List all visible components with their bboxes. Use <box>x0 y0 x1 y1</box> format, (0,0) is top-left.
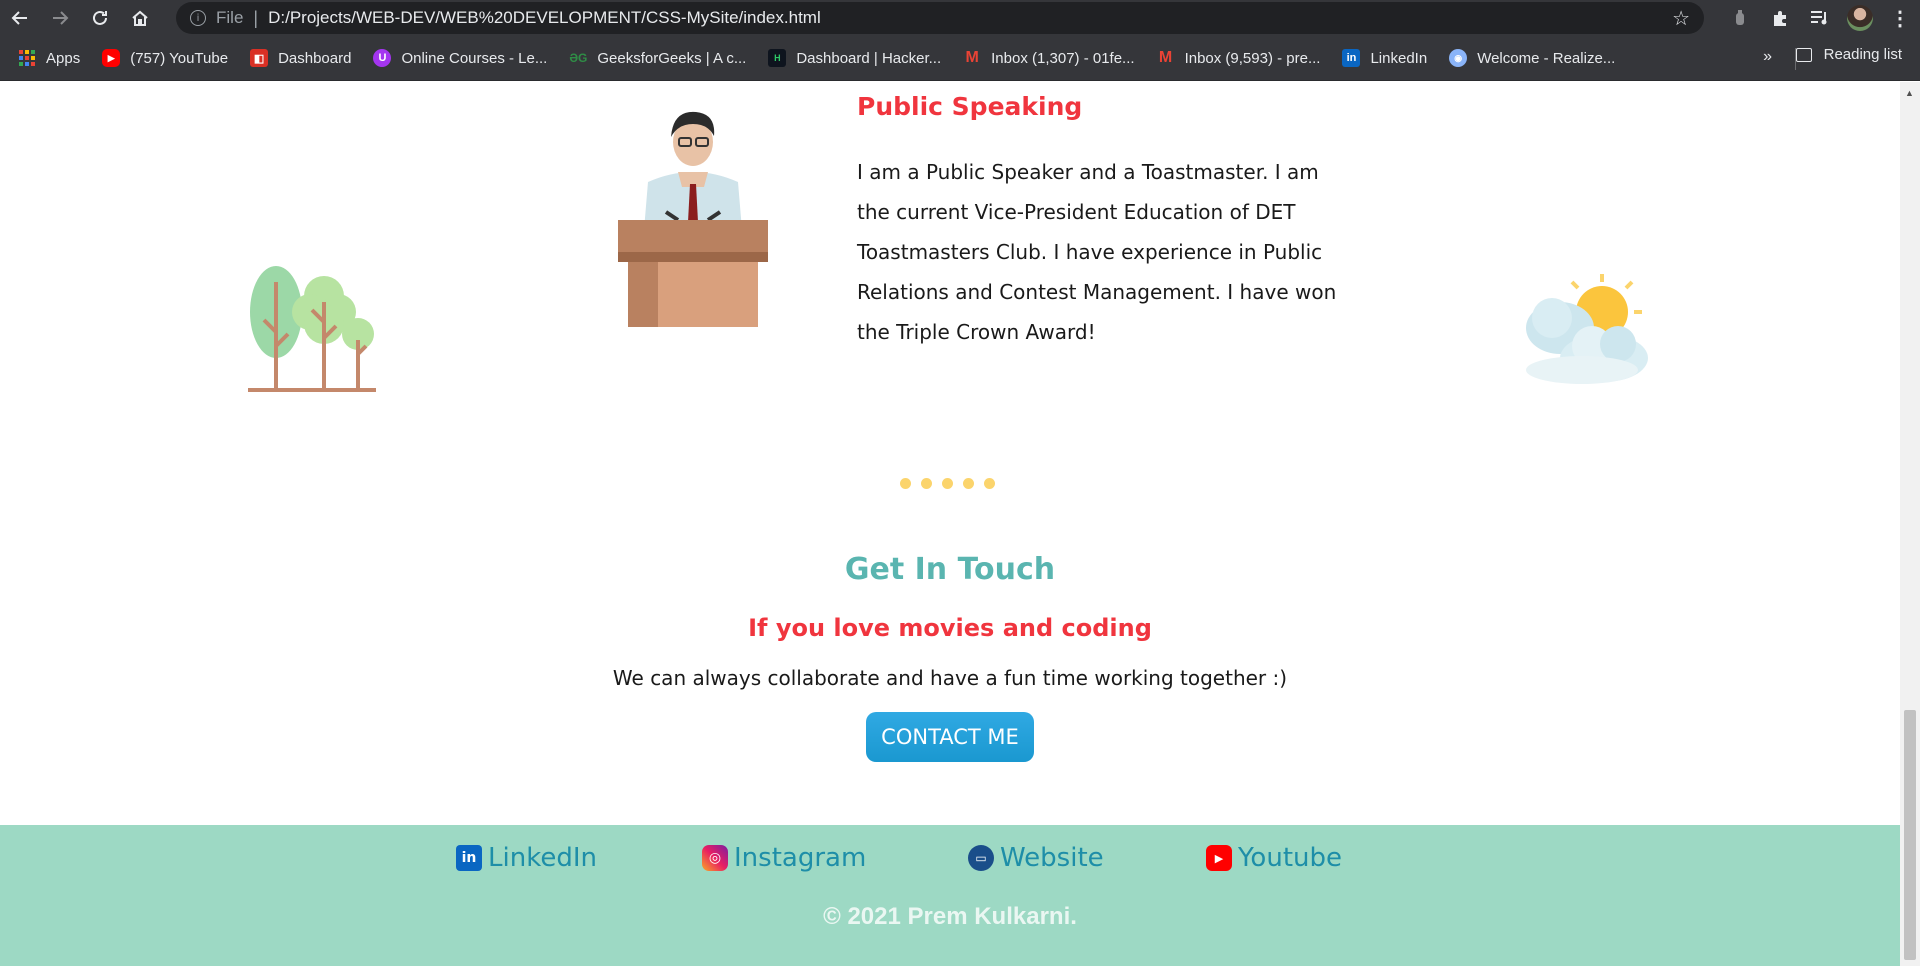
udemy-icon: U <box>373 49 392 67</box>
divider-dot <box>963 478 974 489</box>
bookmark-star-icon[interactable]: ☆ <box>1672 6 1690 31</box>
dashboard-icon: ◧ <box>250 49 269 67</box>
public-speaker-illustration <box>618 111 768 327</box>
footer-link-label: Website <box>1000 843 1104 873</box>
reading-list-button[interactable]: Reading list <box>1795 46 1902 63</box>
bookmark-gmail-2[interactable]: M Inbox (9,593) - pre... <box>1157 49 1321 67</box>
footer-link-label: Youtube <box>1238 843 1342 873</box>
browser-toolbar: i File | D:/Projects/WEB-DEV/WEB%20DEVEL… <box>0 0 1920 36</box>
trees-illustration <box>248 266 376 392</box>
footer-link-label: Instagram <box>734 843 867 873</box>
scroll-thumb[interactable] <box>1904 710 1916 960</box>
bookmark-label: Dashboard | Hacker... <box>796 49 942 67</box>
forward-button[interactable] <box>40 0 80 36</box>
linkedin-icon: in <box>1342 49 1361 67</box>
bookmark-label: Inbox (9,593) - pre... <box>1184 49 1321 67</box>
url-separator: | <box>253 7 259 28</box>
youtube-icon: ▶ <box>1206 845 1232 871</box>
footer-link-instagram[interactable]: ◎ Instagram <box>702 843 866 873</box>
bookmark-label: Online Courses - Le... <box>401 49 548 67</box>
reload-icon <box>93 10 107 25</box>
footer: in LinkedIn ◎ Instagram ▭ Website ▶ Yout… <box>0 825 1900 966</box>
bookmark-label: Dashboard <box>278 49 352 67</box>
scroll-up-arrow-icon[interactable]: ▲ <box>1905 88 1914 98</box>
bookmark-realize[interactable]: ◉ Welcome - Realize... <box>1449 49 1615 67</box>
hackerrank-icon: H <box>768 49 787 67</box>
footer-link-youtube[interactable]: ▶ Youtube <box>1206 843 1342 873</box>
extension-icon[interactable] <box>1720 0 1760 36</box>
section-divider-dots <box>900 478 995 489</box>
linkedin-icon: in <box>456 845 482 871</box>
url-text[interactable]: D:/Projects/WEB-DEV/WEB%20DEVELOPMENT/CS… <box>268 8 821 28</box>
footer-link-website[interactable]: ▭ Website <box>968 843 1104 873</box>
get-in-touch-subtitle: If you love movies and coding <box>748 614 1152 642</box>
more-bookmarks-button[interactable]: » <box>1763 48 1772 66</box>
home-icon <box>132 10 148 26</box>
divider-dot <box>942 478 953 489</box>
bookmark-label: Welcome - Realize... <box>1477 49 1616 67</box>
menu-button[interactable]: ⋮ <box>1880 0 1920 36</box>
public-speaking-title: Public Speaking <box>857 92 1083 121</box>
reading-list-label: Reading list <box>1823 46 1902 63</box>
bookmark-youtube[interactable]: ▶ (757) YouTube <box>102 49 228 67</box>
extension-area: ⋮ <box>1720 0 1920 36</box>
bookmark-gmail-1[interactable]: M Inbox (1,307) - 01fe... <box>963 49 1134 67</box>
youtube-icon: ▶ <box>102 49 121 67</box>
contact-me-button[interactable]: CONTACT ME <box>866 712 1034 762</box>
divider-dot <box>921 478 932 489</box>
footer-link-linkedin[interactable]: in LinkedIn <box>456 843 597 873</box>
bookmark-label: Inbox (1,307) - 01fe... <box>991 49 1135 67</box>
bookmarks-bar: Apps ▶ (757) YouTube ◧ Dashboard U Onlin… <box>0 36 1920 81</box>
puzzle-icon <box>1774 11 1786 26</box>
bookmark-hackerrank[interactable]: H Dashboard | Hacker... <box>768 49 941 67</box>
get-in-touch-title: Get In Touch <box>844 552 1056 587</box>
bookmark-geeksforgeeks[interactable]: ƏG GeeksforGeeks | A c... <box>569 49 746 67</box>
url-scheme-label: File <box>216 8 244 27</box>
site-info-icon[interactable]: i <box>190 10 206 26</box>
website-icon: ▭ <box>968 845 994 871</box>
bookmark-linkedin[interactable]: in LinkedIn <box>1342 49 1427 67</box>
ink-bottle-icon <box>1736 10 1744 25</box>
home-button[interactable] <box>120 0 160 36</box>
public-speaking-description: I am a Public Speaker and a Toastmaster.… <box>857 160 1337 344</box>
gmail-icon: M <box>1158 49 1173 66</box>
bookmark-label: Apps <box>46 49 81 67</box>
kebab-menu-icon: ⋮ <box>1890 7 1910 30</box>
divider-dot <box>984 478 995 489</box>
divider-dot <box>900 478 911 489</box>
page-scrollbar[interactable]: ▲ <box>1900 82 1920 966</box>
realize-icon: ◉ <box>1449 49 1468 67</box>
forward-arrow-icon <box>53 11 69 25</box>
gmail-icon: M <box>965 49 979 66</box>
bookmark-label: (757) YouTube <box>130 49 229 67</box>
copyright-text: © 2021 Prem Kulkarni. <box>823 903 1077 930</box>
reload-button[interactable] <box>80 0 120 36</box>
get-in-touch-text: We can always collaborate and have a fun… <box>612 666 1288 690</box>
address-bar[interactable]: i File | D:/Projects/WEB-DEV/WEB%20DEVEL… <box>176 2 1704 34</box>
back-button[interactable] <box>0 0 40 36</box>
bookmark-label: GeeksforGeeks | A c... <box>597 49 747 67</box>
extensions-button[interactable] <box>1760 0 1800 36</box>
footer-link-label: LinkedIn <box>488 843 597 873</box>
avatar <box>1847 5 1873 31</box>
profile-button[interactable] <box>1840 0 1880 36</box>
instagram-icon: ◎ <box>702 845 728 871</box>
bookmark-udemy[interactable]: U Online Courses - Le... <box>373 49 547 67</box>
media-control-button[interactable] <box>1800 0 1840 36</box>
sun-clouds-illustration <box>1526 274 1648 384</box>
bookmark-label: LinkedIn <box>1370 49 1428 67</box>
web-page: Public Speaking I am a Public Speaker an… <box>0 82 1900 966</box>
bookmark-apps[interactable]: Apps <box>18 49 80 67</box>
apps-grid-icon <box>19 50 35 66</box>
geeksforgeeks-icon: ƏG <box>569 51 588 65</box>
playlist-icon <box>1811 11 1827 25</box>
bookmark-dashboard[interactable]: ◧ Dashboard <box>250 49 351 67</box>
reading-list-icon <box>1795 47 1812 62</box>
back-arrow-icon <box>11 11 27 25</box>
